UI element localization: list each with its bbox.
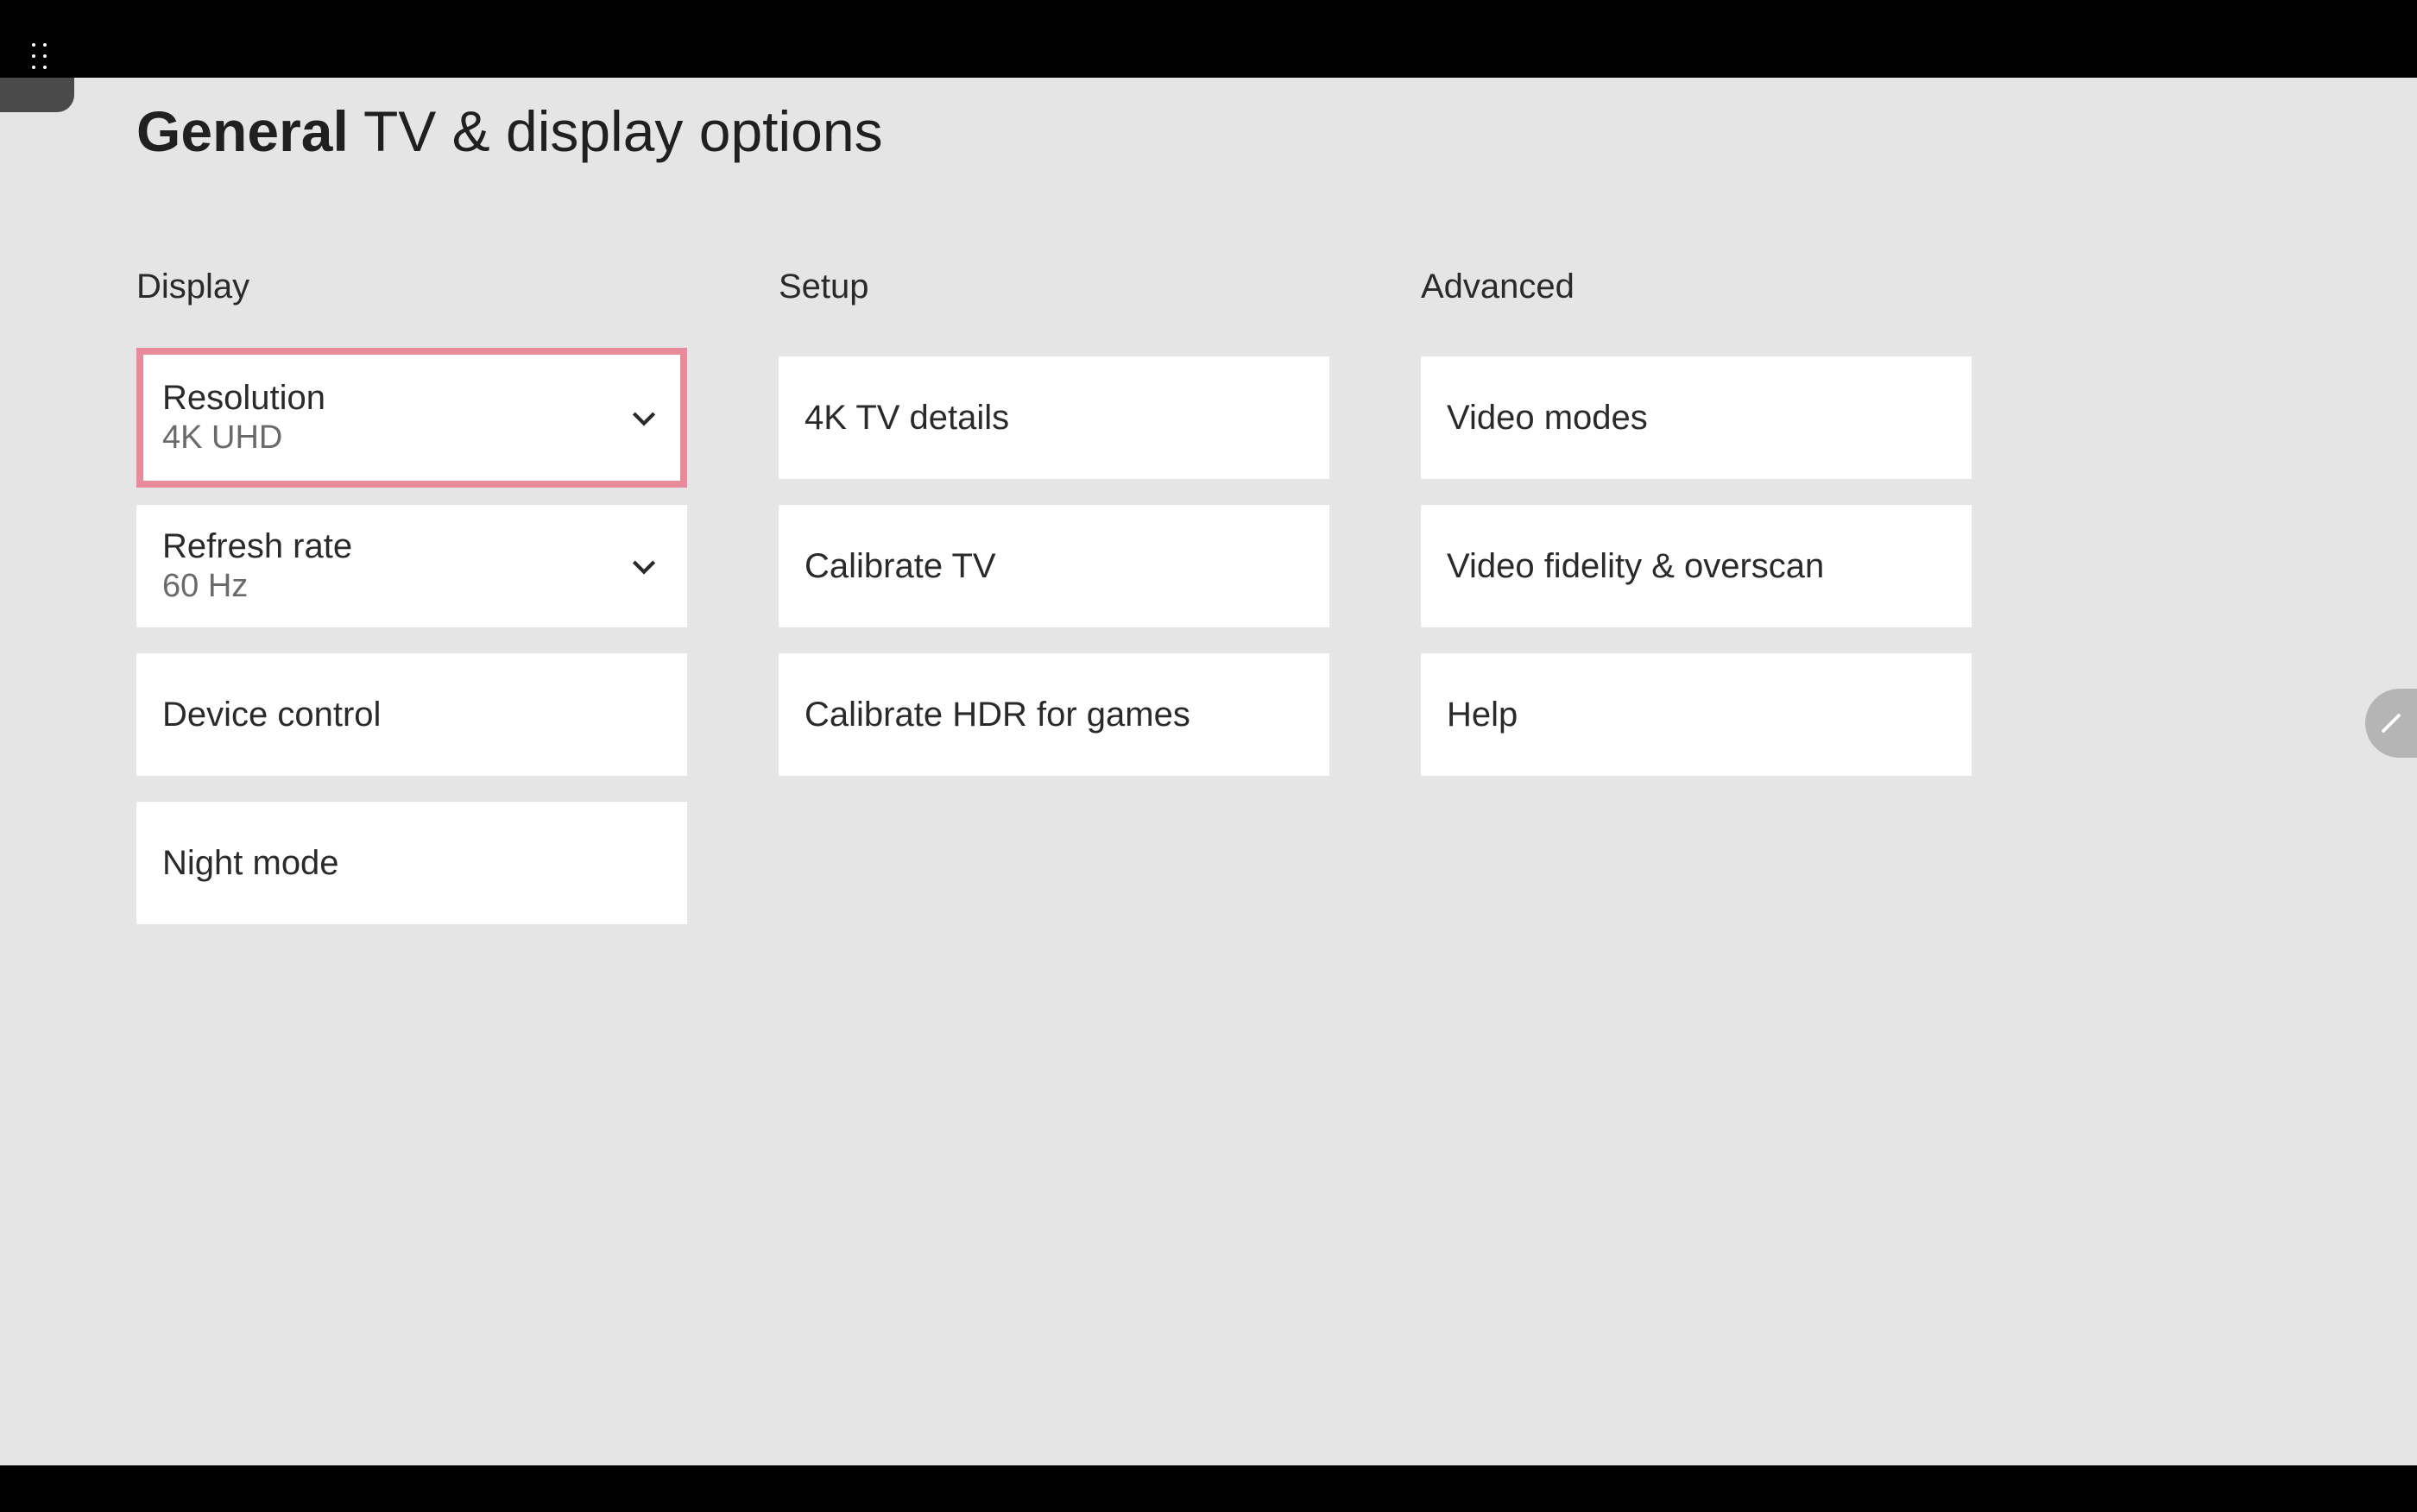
bottom-bar — [0, 1465, 2417, 1512]
top-bar — [0, 0, 2417, 78]
video-fidelity-label: Video fidelity & overscan — [1447, 547, 1824, 586]
resolution-dropdown[interactable]: Resolution 4K UHD — [136, 348, 687, 488]
4k-tv-details-label: 4K TV details — [805, 399, 1009, 438]
column-header-setup: Setup — [779, 268, 1329, 306]
help-button[interactable]: Help — [1421, 653, 1972, 776]
video-modes-button[interactable]: Video modes — [1421, 356, 1972, 479]
help-label: Help — [1447, 696, 1518, 734]
title-category: General — [136, 99, 349, 163]
column-display: Display Resolution 4K UHD Refresh rate 6… — [136, 268, 687, 950]
calibrate-tv-label: Calibrate TV — [805, 547, 996, 586]
column-setup: Setup 4K TV details Calibrate TV Calibra… — [779, 268, 1329, 950]
night-mode-button[interactable]: Night mode — [136, 802, 687, 924]
resolution-value: 4K UHD — [162, 420, 325, 457]
tab-indicator[interactable] — [0, 78, 74, 112]
column-header-display: Display — [136, 268, 687, 306]
column-header-advanced: Advanced — [1421, 268, 1972, 306]
column-advanced: Advanced Video modes Video fidelity & ov… — [1421, 268, 1972, 950]
title-section: TV & display options — [363, 99, 883, 163]
drag-handle-icon[interactable] — [28, 39, 50, 73]
resolution-label: Resolution — [162, 379, 325, 417]
device-control-label: Device control — [162, 696, 381, 734]
chevron-down-icon — [627, 549, 661, 583]
device-control-button[interactable]: Device control — [136, 653, 687, 776]
page-title: General TV & display options — [136, 98, 883, 164]
refresh-rate-dropdown[interactable]: Refresh rate 60 Hz — [136, 505, 687, 627]
calibrate-tv-button[interactable]: Calibrate TV — [779, 505, 1329, 627]
4k-tv-details-button[interactable]: 4K TV details — [779, 356, 1329, 479]
calibrate-hdr-button[interactable]: Calibrate HDR for games — [779, 653, 1329, 776]
video-fidelity-button[interactable]: Video fidelity & overscan — [1421, 505, 1972, 627]
chevron-down-icon — [627, 400, 661, 435]
pencil-icon — [2376, 708, 2407, 739]
night-mode-label: Night mode — [162, 844, 339, 883]
calibrate-hdr-label: Calibrate HDR for games — [805, 696, 1190, 734]
refresh-rate-label: Refresh rate — [162, 527, 352, 565]
refresh-rate-value: 60 Hz — [162, 569, 352, 605]
video-modes-label: Video modes — [1447, 399, 1648, 438]
